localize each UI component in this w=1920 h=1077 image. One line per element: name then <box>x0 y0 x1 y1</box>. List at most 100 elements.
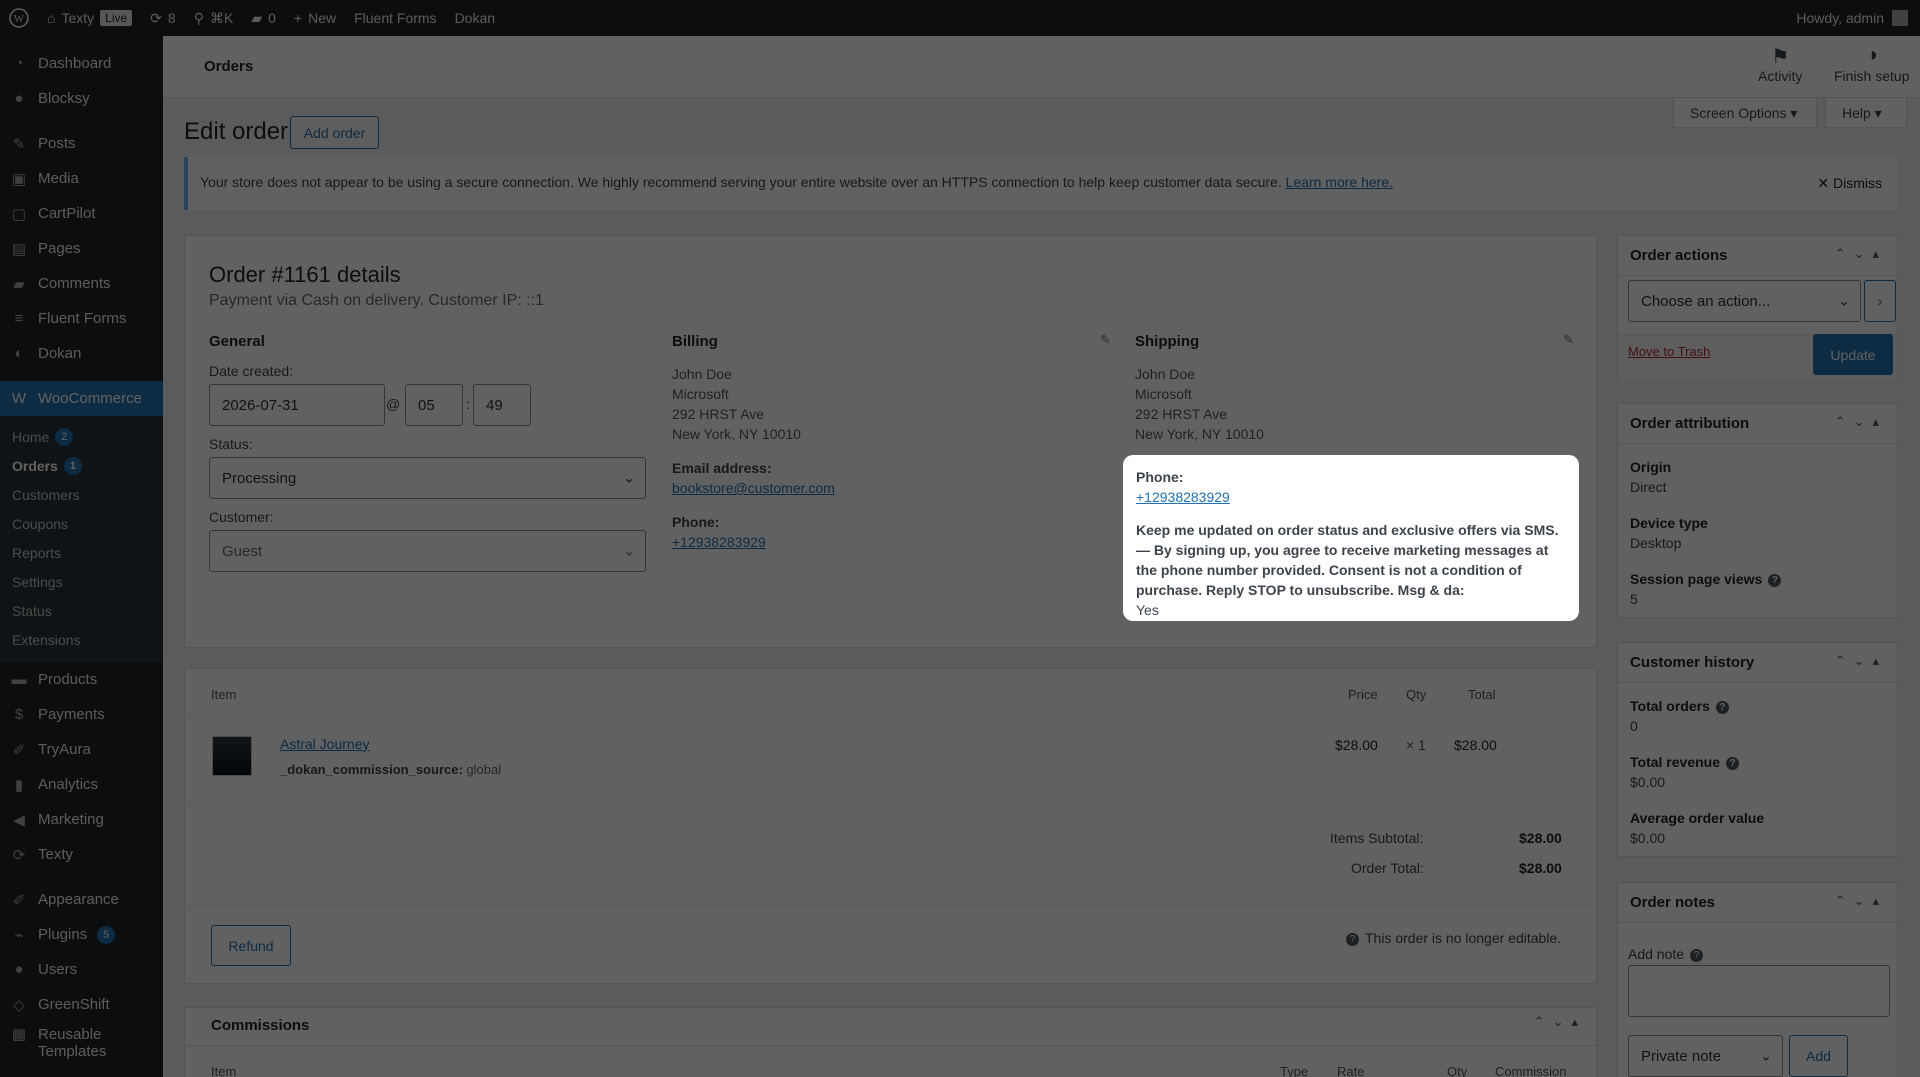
edit-billing-pencil-icon[interactable]: ✎ <box>1100 332 1111 348</box>
submenu-home[interactable]: Home 2 <box>0 422 163 451</box>
grid-icon: ▦ <box>11 1026 27 1043</box>
menu-users[interactable]: ● Users <box>0 952 163 987</box>
menu-pages[interactable]: ▤ Pages <box>0 231 163 266</box>
panel-controls[interactable]: ⌃⌄▴ <box>1835 653 1887 669</box>
admin-sidebar: ◔ Dashboard ● Blocksy ✎ Posts ▣ Media ▢ CartP… <box>0 36 163 1077</box>
menu-tryaura[interactable]: ✐ TryAura <box>0 732 163 767</box>
panel-controls[interactable]: ⌃⌄▴ <box>1835 893 1887 909</box>
avatar <box>1892 10 1908 26</box>
menu-appearance[interactable]: ✐ Appearance <box>0 882 163 917</box>
form-icon: ≡ <box>14 310 24 327</box>
wordpress-logo-icon[interactable]: W <box>0 0 38 36</box>
site-name-link[interactable]: ⌂ Texty Live <box>38 0 141 36</box>
screen-options-button[interactable]: Screen Options ▾ <box>1673 98 1817 128</box>
chevron-down-icon: ⌄ <box>1838 292 1850 309</box>
submenu-extensions[interactable]: Extensions <box>0 625 163 654</box>
submenu-coupons[interactable]: Coupons <box>0 509 163 538</box>
menu-products[interactable]: ▬ Products <box>0 662 163 697</box>
learn-more-link[interactable]: Learn more here. <box>1286 174 1393 190</box>
move-to-trash-link[interactable]: Move to Trash <box>1628 344 1710 359</box>
panel-controls[interactable]: ⌃⌄▴ <box>1835 414 1887 430</box>
status-select[interactable]: Processing ⌄ <box>209 457 646 499</box>
customer-select[interactable]: Guest ⌄ <box>209 530 646 572</box>
comments-link[interactable]: ▰ 0 <box>242 0 285 36</box>
submenu-orders[interactable]: Orders 1 <box>0 451 163 480</box>
customer-history-box: Customer history ⌃⌄▴ Total orders? 0 Tot… <box>1617 642 1898 857</box>
chevron-down-icon: ⌄ <box>623 469 635 486</box>
add-order-button[interactable]: Add order <box>290 116 379 149</box>
user-icon: ● <box>14 961 24 978</box>
sms-consent-answer: Yes <box>1136 602 1159 618</box>
help-button[interactable]: Help ▾ <box>1825 98 1907 128</box>
menu-plugins[interactable]: ⌁ Plugins 5 <box>0 917 163 952</box>
help-icon: ? <box>1768 573 1782 587</box>
gauge-icon: ◔ <box>14 55 24 72</box>
menu-blocksy[interactable]: ● Blocksy <box>0 81 163 116</box>
refresh-icon: ⟳ <box>150 9 162 26</box>
new-content-link[interactable]: + New <box>285 0 345 36</box>
dokan-icon: ◐ <box>14 345 24 362</box>
woo-icon: W <box>11 390 27 407</box>
menu-marketing[interactable]: ◀ Marketing <box>0 802 163 837</box>
dismiss-button[interactable]: ✕ Dismiss <box>1817 175 1882 192</box>
activity-button[interactable]: ⚑ Activity <box>1758 44 1802 84</box>
apply-action-button[interactable]: › <box>1864 280 1896 322</box>
menu-analytics[interactable]: ▮ Analytics <box>0 767 163 802</box>
items-header: Item Price Qty Total <box>185 669 1596 719</box>
menu-fluent-forms[interactable]: ≡ Fluent Forms <box>0 301 163 336</box>
bar-chart-icon: ▮ <box>14 776 24 794</box>
menu-texty[interactable]: ⟳ Texty <box>0 837 163 872</box>
updates-link[interactable]: ⟳ 8 <box>141 0 185 36</box>
comment-icon: ▰ <box>13 275 25 293</box>
minute-input[interactable]: 49 <box>473 384 531 426</box>
search-icon: ⚲ <box>193 9 204 26</box>
menu-comments[interactable]: ▰ Comments <box>0 266 163 301</box>
billing-phone-link[interactable]: +12938283929 <box>672 534 766 550</box>
menu-payments[interactable]: $ Payments <box>0 697 163 732</box>
progress-icon: ◑ <box>1865 44 1878 66</box>
billing-email-link[interactable]: bookstore@customer.com <box>672 480 835 496</box>
menu-cartpilot[interactable]: ▢ CartPilot <box>0 196 163 231</box>
panel-controls[interactable]: ⌃⌄▴ <box>1835 246 1887 262</box>
menu-media[interactable]: ▣ Media <box>0 161 163 196</box>
add-note-button[interactable]: Add <box>1789 1035 1848 1077</box>
submenu-settings[interactable]: Settings <box>0 567 163 596</box>
shipping-heading: Shipping <box>1135 333 1200 350</box>
submenu-status[interactable]: Status <box>0 596 163 625</box>
sms-consent-text: Keep me updated on order status and excl… <box>1136 522 1559 598</box>
product-thumbnail[interactable] <box>212 736 252 776</box>
dokan-link[interactable]: Dokan <box>446 0 504 36</box>
menu-dashboard[interactable]: ◔ Dashboard <box>0 46 163 81</box>
refund-button[interactable]: Refund <box>211 925 291 966</box>
menu-posts[interactable]: ✎ Posts <box>0 126 163 161</box>
update-button[interactable]: Update <box>1813 334 1893 375</box>
note-textarea[interactable] <box>1628 965 1890 1017</box>
search-link[interactable]: ⚲ ⌘K <box>185 0 243 36</box>
count-badge: 5 <box>97 925 116 944</box>
finish-setup-button[interactable]: ◑ Finish setup <box>1834 44 1909 84</box>
submenu-customers[interactable]: Customers <box>0 480 163 509</box>
panel-controls[interactable]: ⌃⌄▴ <box>1534 1014 1586 1030</box>
edit-shipping-pencil-icon[interactable]: ✎ <box>1563 332 1574 348</box>
chevron-down-icon: ⌄ <box>1760 1047 1772 1064</box>
order-notes-box: Order notes ⌃⌄▴ Add note? Private note ⌄ … <box>1617 882 1898 1077</box>
menu-dokan[interactable]: ◐ Dokan <box>0 336 163 371</box>
account-menu[interactable]: Howdy, admin <box>1796 10 1920 26</box>
date-created-input[interactable]: 2026-07-31 <box>209 384 385 426</box>
shift-icon: ◇ <box>13 996 25 1014</box>
order-action-select[interactable]: Choose an action... ⌄ <box>1628 280 1861 322</box>
submenu-reports[interactable]: Reports <box>0 538 163 567</box>
note-type-select[interactable]: Private note ⌄ <box>1628 1035 1783 1077</box>
hour-input[interactable]: 05 <box>405 384 463 426</box>
woocommerce-header: Orders ⚑ Activity ◑ Finish setup <box>163 36 1920 98</box>
menu-greenshift[interactable]: ◇ GreenShift <box>0 987 163 1022</box>
help-icon: ? <box>1346 932 1359 946</box>
menu-reusable-templates[interactable]: ▦ Reusable Templates <box>0 1022 163 1064</box>
page-title: Edit order <box>184 118 289 145</box>
product-link[interactable]: Astral Journey <box>280 736 369 752</box>
fluent-forms-link[interactable]: Fluent Forms <box>345 0 445 36</box>
menu-woocommerce[interactable]: W WooCommerce <box>0 381 163 416</box>
page-header-title: Orders <box>204 58 254 75</box>
help-icon: ? <box>1690 948 1704 962</box>
shipping-phone-link[interactable]: +12938283929 <box>1136 489 1230 505</box>
